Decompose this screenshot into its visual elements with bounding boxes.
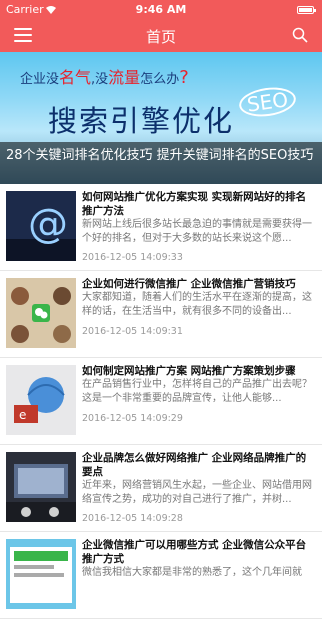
banner-seo-badge: SEO [237, 84, 298, 120]
list-item[interactable]: 企业品牌怎么做好网络推广 企业网络品牌推广的要点 近年来，网络营销风生水起，一些… [0, 445, 322, 532]
article-date: 2016-12-05 14:09:28 [82, 513, 183, 524]
article-summary: 在产品销售行业中，怎样将自己的产品推广出去呢？这是一个非常重要的品牌宣传，让他人… [82, 379, 312, 404]
banner-headline: 搜索引擎优化 [48, 104, 235, 138]
article-date: 2016-12-05 14:09:33 [82, 252, 183, 263]
banner-tagline: 企业没名气,没流量怎么办? [20, 67, 189, 88]
list-item[interactable]: 企业如何进行微信推广 企业微信推广营销技巧 大家都知道，随着人们的生活水平在逐渐… [0, 271, 322, 358]
list-item[interactable]: 企业微信推广可以用哪些方式 企业微信公众平台推广方式 微信我相信大家都是非常的熟… [0, 532, 322, 619]
list-item[interactable]: @ 如何网站推广优化方案实现 实现新网站好的排名推广方法 新网站上线后很多站长最… [0, 184, 322, 271]
status-bar: Carrier 9:46 AM [0, 0, 322, 20]
article-title: 企业品牌怎么做好网络推广 企业网络品牌推广的要点 [82, 452, 307, 478]
banner-caption: 28个关键词排名优化技巧 提升关键词排名的SEO技巧 [0, 142, 322, 184]
article-date: 2016-12-05 14:09:31 [82, 326, 183, 337]
page-title: 首页 [145, 28, 176, 46]
svg-text:@: @ [28, 201, 68, 247]
article-thumbnail: @ [6, 191, 76, 261]
article-summary: 微信我相信大家都是非常的熟悉了，这个几年间就 [82, 567, 302, 578]
nav-bar: 首页 [0, 20, 322, 52]
article-thumbnail [6, 278, 76, 348]
list-item[interactable]: e 如何制定网站推广方案 网站推广方案策划步骤 在产品销售行业中，怎样将自己的产… [0, 358, 322, 445]
article-thumbnail: e [6, 365, 76, 435]
article-summary: 大家都知道，随着人们的生活水平在逐渐的提高，这样的话，在生活当中，就有很多不同的… [82, 292, 312, 317]
status-time: 9:46 AM [135, 3, 187, 16]
article-thumbnail [6, 452, 76, 522]
article-summary: 近年来，网络营销风生水起，一些企业、网站借用网络宣传之势，成功的对自己进行了推广… [82, 480, 312, 505]
article-title: 企业如何进行微信推广 企业微信推广营销技巧 [82, 278, 296, 290]
battery-icon [297, 6, 316, 14]
svg-text:e: e [19, 408, 26, 422]
featured-banner[interactable]: 企业没名气,没流量怎么办? 搜索引擎优化 SEO 28个关键词排名优化技巧 提升… [0, 52, 322, 184]
article-date: 2016-12-05 14:09:29 [82, 413, 183, 424]
search-icon[interactable] [292, 27, 308, 43]
article-title: 如何制定网站推广方案 网站推广方案策划步骤 [82, 365, 296, 377]
article-list: @ 如何网站推广优化方案实现 实现新网站好的排名推广方法 新网站上线后很多站长最… [0, 184, 322, 619]
article-title: 如何网站推广优化方案实现 实现新网站好的排名推广方法 [82, 191, 307, 217]
article-thumbnail [6, 539, 76, 609]
article-title: 企业微信推广可以用哪些方式 企业微信公众平台推广方式 [82, 539, 307, 565]
article-summary: 新网站上线后很多站长最急迫的事情就是需要获得一个好的排名，但对于大多数的站长来说… [82, 219, 312, 244]
